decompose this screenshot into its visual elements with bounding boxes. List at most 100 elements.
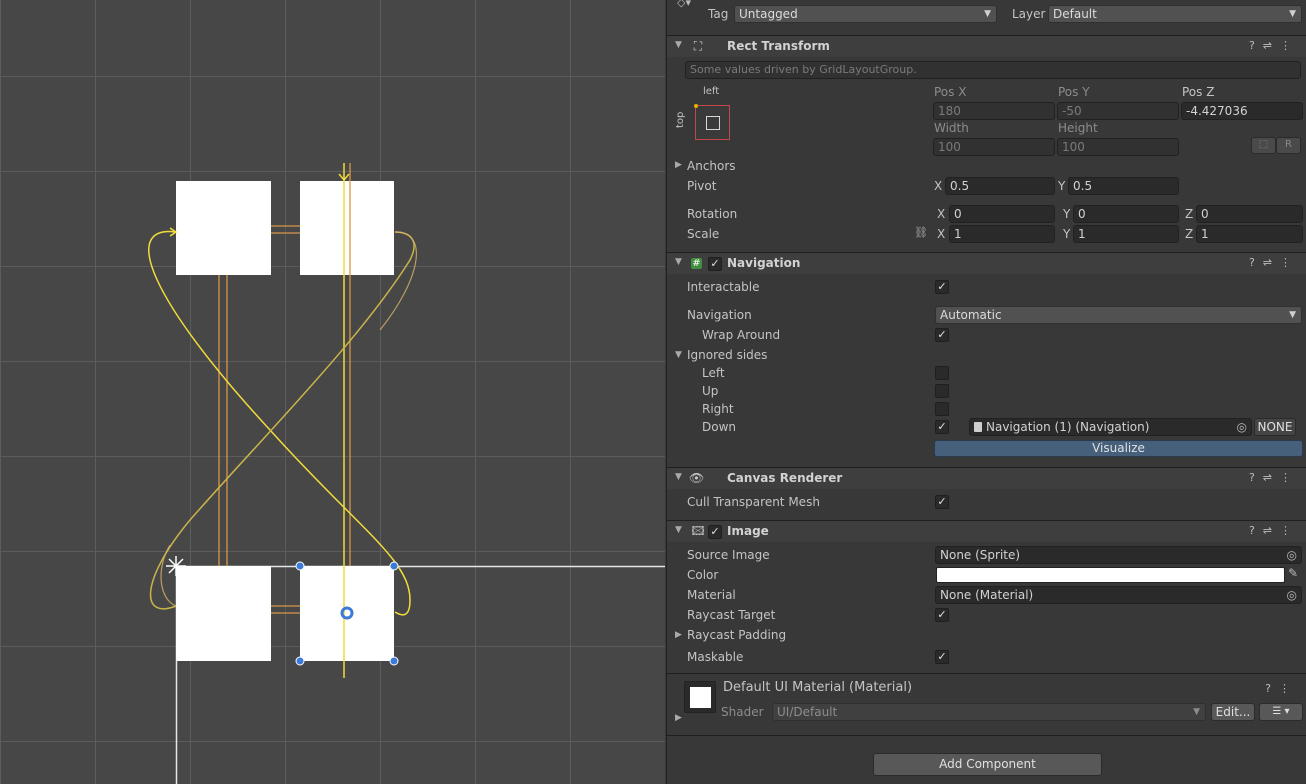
shader-dropdown[interactable]: UI/Default ▼ [772,703,1206,721]
scene-canvas[interactable] [0,0,665,784]
component-header-icons[interactable]: ?⇌⋮ [1249,39,1299,52]
fold-arrow-icon[interactable]: ▼ [675,257,682,267]
anchors-fold-icon[interactable]: ▶ [675,160,682,170]
anchor-dot-icon [694,104,698,108]
rotation-x-field[interactable]: 0 [949,205,1055,223]
navigation-header[interactable]: ▼ # ✓ Navigation ?⇌⋮ [667,252,1306,274]
ignore-left-checkbox[interactable] [935,366,949,380]
fold-arrow-icon[interactable]: ▼ [675,40,682,50]
component-header-icons[interactable]: ?⇌⋮ [1249,524,1299,537]
pivot-label: Pivot [687,179,717,193]
component-header-icons[interactable]: ?⇌⋮ [1249,471,1299,484]
rotation-y-axis: Y [1063,207,1071,221]
component-title: Rect Transform [727,39,830,53]
cull-transparent-label: Cull Transparent Mesh [687,495,820,509]
pos-y-label: Pos Y [1058,85,1090,99]
scale-label: Scale [687,227,720,241]
scene-view[interactable] [0,0,665,784]
ignore-up-checkbox[interactable] [935,384,949,398]
wrap-around-checkbox[interactable]: ✓ [935,328,949,342]
scale-z-field[interactable]: 1 [1196,225,1303,243]
scale-x-field[interactable]: 1 [949,225,1055,243]
chevron-down-icon: ▼ [984,9,991,19]
pos-z-field[interactable]: -4.427036 [1181,102,1303,120]
raycast-padding-label[interactable]: Raycast Padding [687,627,786,643]
constrain-proportions-icon[interactable]: ⛓ [914,226,928,239]
wrap-around-label: Wrap Around [702,328,781,342]
raycast-target-checkbox[interactable]: ✓ [935,608,949,622]
gameobject-icon: ◇▾ [677,0,691,9]
scale-y-axis: Y [1063,227,1071,241]
material-field[interactable]: None (Material) ◎ [935,586,1302,604]
interactable-checkbox[interactable]: ✓ [935,280,949,294]
scale-y-field[interactable]: 1 [1073,225,1179,243]
canvas-renderer-header[interactable]: ▼ 👁 Canvas Renderer ?⇌⋮ [667,467,1306,489]
height-label: Height [1058,121,1098,135]
color-label: Color [687,568,719,582]
inspector-panel: ◇▾ Tag Untagged ▼ Layer Default ▼ ▼ ⛶ Rect… [666,0,1306,784]
rotation-x-axis: X [937,207,946,221]
rotation-z-field[interactable]: 0 [1196,205,1303,223]
ignore-down-checkbox[interactable]: ✓ [935,420,949,434]
object-picker-icon[interactable]: ◎ [1237,419,1247,435]
navigation-mode-dropdown[interactable]: Automatic ▼ [935,306,1302,324]
scene-grid [0,0,665,784]
image-icon: 🖾 [691,524,705,538]
ignored-sides-fold-icon[interactable]: ▼ [675,350,682,360]
raycast-target-label: Raycast Target [687,608,776,622]
visualize-button[interactable]: Visualize [934,440,1303,457]
pivot-x-field[interactable]: 0.5 [945,177,1055,195]
material-preview-swatch [690,687,711,708]
image-enabled-checkbox[interactable]: ✓ [708,525,722,539]
maskable-checkbox[interactable]: ✓ [935,650,949,664]
ignored-sides-label[interactable]: Ignored sides [687,347,767,363]
anchors-label[interactable]: Anchors [687,158,736,174]
anchor-preset-button[interactable] [694,104,730,140]
anchor-square-icon [706,116,720,130]
pivot-y-field[interactable]: 0.5 [1068,177,1179,195]
none-button[interactable]: NONE [1254,418,1296,436]
layer-dropdown[interactable]: Default ▼ [1048,5,1302,23]
add-component-button[interactable]: Add Component [873,753,1102,776]
anchor-v-label: top [675,111,686,128]
navigation-mode-value: Automatic [940,308,1002,322]
component-title: Canvas Renderer [727,471,843,485]
fold-arrow-icon[interactable]: ▼ [675,525,682,535]
rect-transform-header[interactable]: ▼ ⛶ Rect Transform ?⇌⋮ [667,35,1306,57]
shader-label: Shader [721,705,764,719]
layer-value: Default [1053,7,1097,21]
eye-icon: 👁 [689,471,705,485]
object-picker-icon[interactable]: ◎ [1287,587,1297,603]
rotation-label: Rotation [687,207,738,221]
layer-label: Layer [1012,7,1046,21]
shader-options-button[interactable]: ☰ ▾ [1259,703,1303,721]
rect-transform-icon: ⛶ [693,39,703,53]
raw-edit-button[interactable]: R [1276,137,1301,154]
raycast-padding-fold-icon[interactable]: ▶ [675,630,682,640]
material-title: Default UI Material (Material) [723,680,913,695]
ignore-up-label: Up [702,384,719,398]
ui-button-bottom-right-selected [300,566,394,661]
down-target-object-field[interactable]: Navigation (1) (Navigation) ◎ [969,418,1252,436]
rotation-y-field[interactable]: 0 [1073,205,1179,223]
ignore-right-checkbox[interactable] [935,402,949,416]
width-label: Width [934,121,969,135]
navigation-enabled-checkbox[interactable]: ✓ [708,257,722,271]
material-header-icons[interactable]: ?⋮ [1265,682,1298,695]
object-picker-icon[interactable]: ◎ [1287,547,1297,563]
chevron-down-icon: ▼ [1193,707,1200,717]
material-fold-icon[interactable]: ▶ [675,713,682,723]
tag-dropdown[interactable]: Untagged ▼ [734,5,997,23]
image-header[interactable]: ▼ 🖾 ✓ Image ?⇌⋮ [667,520,1306,542]
blueprint-mode-button[interactable]: ⬚ [1251,137,1276,154]
eyedropper-icon[interactable]: ✎ [1288,566,1298,580]
edit-shader-button[interactable]: Edit... [1211,703,1255,721]
ignore-left-label: Left [702,366,725,380]
scale-z-axis: Z [1185,227,1194,241]
ui-button-bottom-left [176,566,271,661]
component-header-icons[interactable]: ?⇌⋮ [1249,256,1299,269]
color-swatch[interactable] [936,567,1285,583]
fold-arrow-icon[interactable]: ▼ [675,472,682,482]
cull-transparent-checkbox[interactable]: ✓ [935,495,949,509]
source-image-field[interactable]: None (Sprite) ◎ [935,546,1302,564]
